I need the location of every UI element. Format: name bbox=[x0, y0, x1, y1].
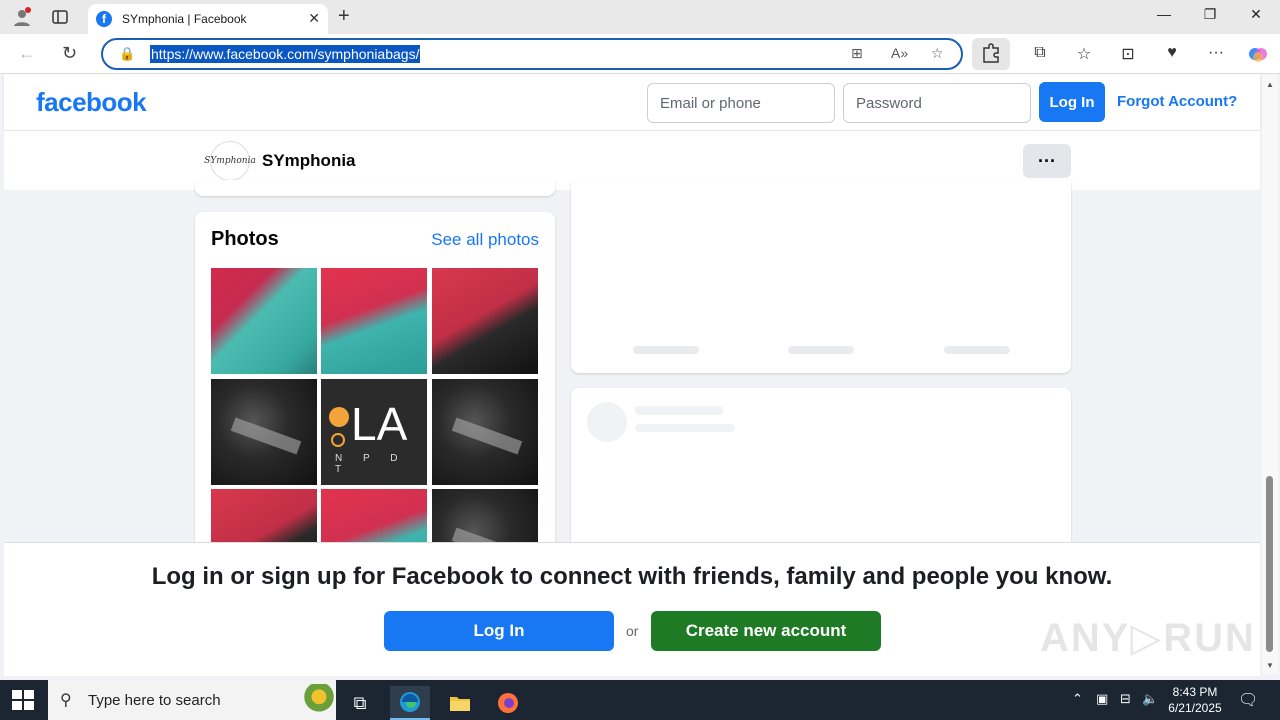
scroll-up-icon[interactable]: ▲ bbox=[1266, 80, 1274, 89]
page-scrollbar[interactable]: ▲ ▼ bbox=[1262, 74, 1278, 674]
logo-dot-shape bbox=[329, 407, 349, 427]
read-aloud-icon[interactable]: A» bbox=[891, 45, 908, 61]
new-tab-button[interactable]: + bbox=[338, 5, 350, 28]
url-text[interactable]: https://www.facebook.com/symphoniabags/ bbox=[150, 45, 421, 63]
header-login-button[interactable]: Log In bbox=[1039, 82, 1105, 122]
clock-time: 8:43 PM bbox=[1172, 685, 1218, 699]
page-name[interactable]: SYmphonia bbox=[262, 151, 356, 171]
notifications-icon[interactable]: 🗨 bbox=[1238, 690, 1258, 710]
app-available-icon[interactable]: ⊞ bbox=[851, 45, 863, 62]
lock-icon[interactable]: 🔒 bbox=[119, 46, 135, 62]
photo-thumbnail[interactable] bbox=[211, 268, 317, 374]
photo-thumbnail[interactable] bbox=[432, 379, 538, 485]
firefox-icon[interactable] bbox=[488, 686, 528, 720]
browser-essentials-icon[interactable]: ♥ bbox=[1160, 44, 1184, 62]
edge-browser-icon[interactable] bbox=[390, 686, 430, 720]
logo-ring-shape bbox=[331, 433, 345, 447]
refresh-icon[interactable]: ↻ bbox=[62, 43, 77, 64]
file-explorer-icon[interactable] bbox=[440, 686, 480, 720]
favorites-icon[interactable]: ☆ bbox=[1072, 44, 1096, 64]
favorite-star-icon[interactable]: ☆ bbox=[931, 45, 944, 62]
copilot-icon[interactable] bbox=[1246, 44, 1270, 69]
volume-icon[interactable]: 🔈 bbox=[1142, 691, 1158, 707]
login-prompt-banner: Log in or sign up for Facebook to connec… bbox=[4, 542, 1260, 676]
password-field[interactable]: Password bbox=[843, 83, 1031, 123]
logo-subtitle: N P D T bbox=[335, 453, 407, 475]
extensions-button[interactable] bbox=[972, 38, 1010, 70]
post-card-loading bbox=[571, 180, 1071, 373]
search-highlight-icon bbox=[304, 684, 334, 716]
see-all-photos-link[interactable]: See all photos bbox=[431, 230, 539, 250]
photo-thumbnail-logo[interactable]: LA N P D T bbox=[321, 379, 427, 485]
intro-card-bottom bbox=[195, 180, 555, 196]
page-avatar[interactable]: SYmphonia bbox=[204, 141, 256, 181]
address-bar[interactable]: 🔒 https://www.facebook.com/symphoniabags… bbox=[101, 38, 963, 70]
scroll-down-icon[interactable]: ▼ bbox=[1266, 661, 1274, 670]
photo-thumbnail[interactable] bbox=[432, 268, 538, 374]
search-icon: ⚲ bbox=[60, 692, 72, 709]
email-field[interactable]: Email or phone bbox=[647, 83, 835, 123]
back-icon[interactable]: ← bbox=[18, 43, 36, 64]
close-window-button[interactable]: ✕ bbox=[1236, 6, 1276, 23]
task-view-icon[interactable]: ⧉ bbox=[340, 686, 380, 720]
or-separator: or bbox=[626, 623, 639, 639]
collections-icon[interactable]: ⊡ bbox=[1116, 44, 1140, 64]
skeleton-bar bbox=[944, 346, 1010, 354]
device-icon[interactable]: ▣ bbox=[1096, 691, 1108, 707]
skeleton-bar bbox=[635, 406, 723, 415]
facebook-header: facebook Email or phone Password Log In … bbox=[4, 74, 1260, 130]
post-card-loading-2 bbox=[571, 388, 1071, 558]
minimize-button[interactable]: — bbox=[1144, 6, 1184, 22]
login-prompt-message: Log in or sign up for Facebook to connec… bbox=[151, 563, 1113, 590]
taskbar-search-box[interactable]: ⚲ Type here to search bbox=[48, 680, 336, 720]
close-tab-icon[interactable]: ✕ bbox=[308, 10, 320, 27]
facebook-favicon-icon: f bbox=[96, 11, 112, 27]
split-screen-icon[interactable]: ⧉ bbox=[1028, 44, 1052, 62]
show-hidden-icons-icon[interactable]: ⌃ bbox=[1072, 691, 1083, 707]
skeleton-bar bbox=[788, 346, 854, 354]
scrollbar-thumb[interactable] bbox=[1266, 476, 1273, 652]
more-options-button[interactable]: ··· bbox=[1023, 144, 1071, 178]
forgot-account-link[interactable]: Forgot Account? bbox=[1117, 93, 1237, 110]
photos-card: Photos See all photos LA N P D T bbox=[195, 212, 555, 552]
restore-button[interactable]: ❐ bbox=[1190, 6, 1230, 23]
photo-thumbnail[interactable] bbox=[321, 268, 427, 374]
tab-title: SYmphonia | Facebook bbox=[122, 12, 247, 26]
profile-icon[interactable] bbox=[10, 6, 34, 28]
windows-start-icon[interactable] bbox=[12, 690, 34, 710]
browser-toolbar: ← ↻ 🔒 https://www.facebook.com/symphonia… bbox=[0, 34, 1280, 74]
photos-title: Photos bbox=[211, 228, 279, 250]
skeleton-bar bbox=[635, 424, 735, 432]
logo-letters: LA bbox=[351, 398, 408, 450]
anyrun-watermark: ANY▷RUN bbox=[1040, 616, 1256, 660]
browser-tab-bar: f SYmphonia | Facebook ✕ + — ❐ ✕ bbox=[0, 0, 1280, 34]
skeleton-avatar bbox=[587, 402, 627, 442]
create-account-button[interactable]: Create new account bbox=[651, 611, 881, 651]
more-options-icon[interactable]: ··· bbox=[1204, 44, 1228, 62]
windows-taskbar: ⚲ Type here to search ⧉ ⌃ ▣ ⊟ 🔈 8:43 PM … bbox=[0, 680, 1280, 720]
skeleton-bar bbox=[633, 346, 699, 354]
browser-tab-active[interactable]: f SYmphonia | Facebook ✕ bbox=[88, 4, 328, 34]
taskbar-search-placeholder: Type here to search bbox=[88, 692, 221, 709]
clock-date: 6/21/2025 bbox=[1168, 701, 1222, 715]
tab-actions-icon[interactable] bbox=[48, 6, 72, 28]
login-button[interactable]: Log In bbox=[384, 611, 614, 651]
network-icon[interactable]: ⊟ bbox=[1120, 691, 1131, 707]
facebook-logo[interactable]: facebook bbox=[36, 87, 147, 118]
photo-thumbnail[interactable] bbox=[211, 379, 317, 485]
taskbar-clock[interactable]: 8:43 PM 6/21/2025 bbox=[1158, 684, 1232, 716]
